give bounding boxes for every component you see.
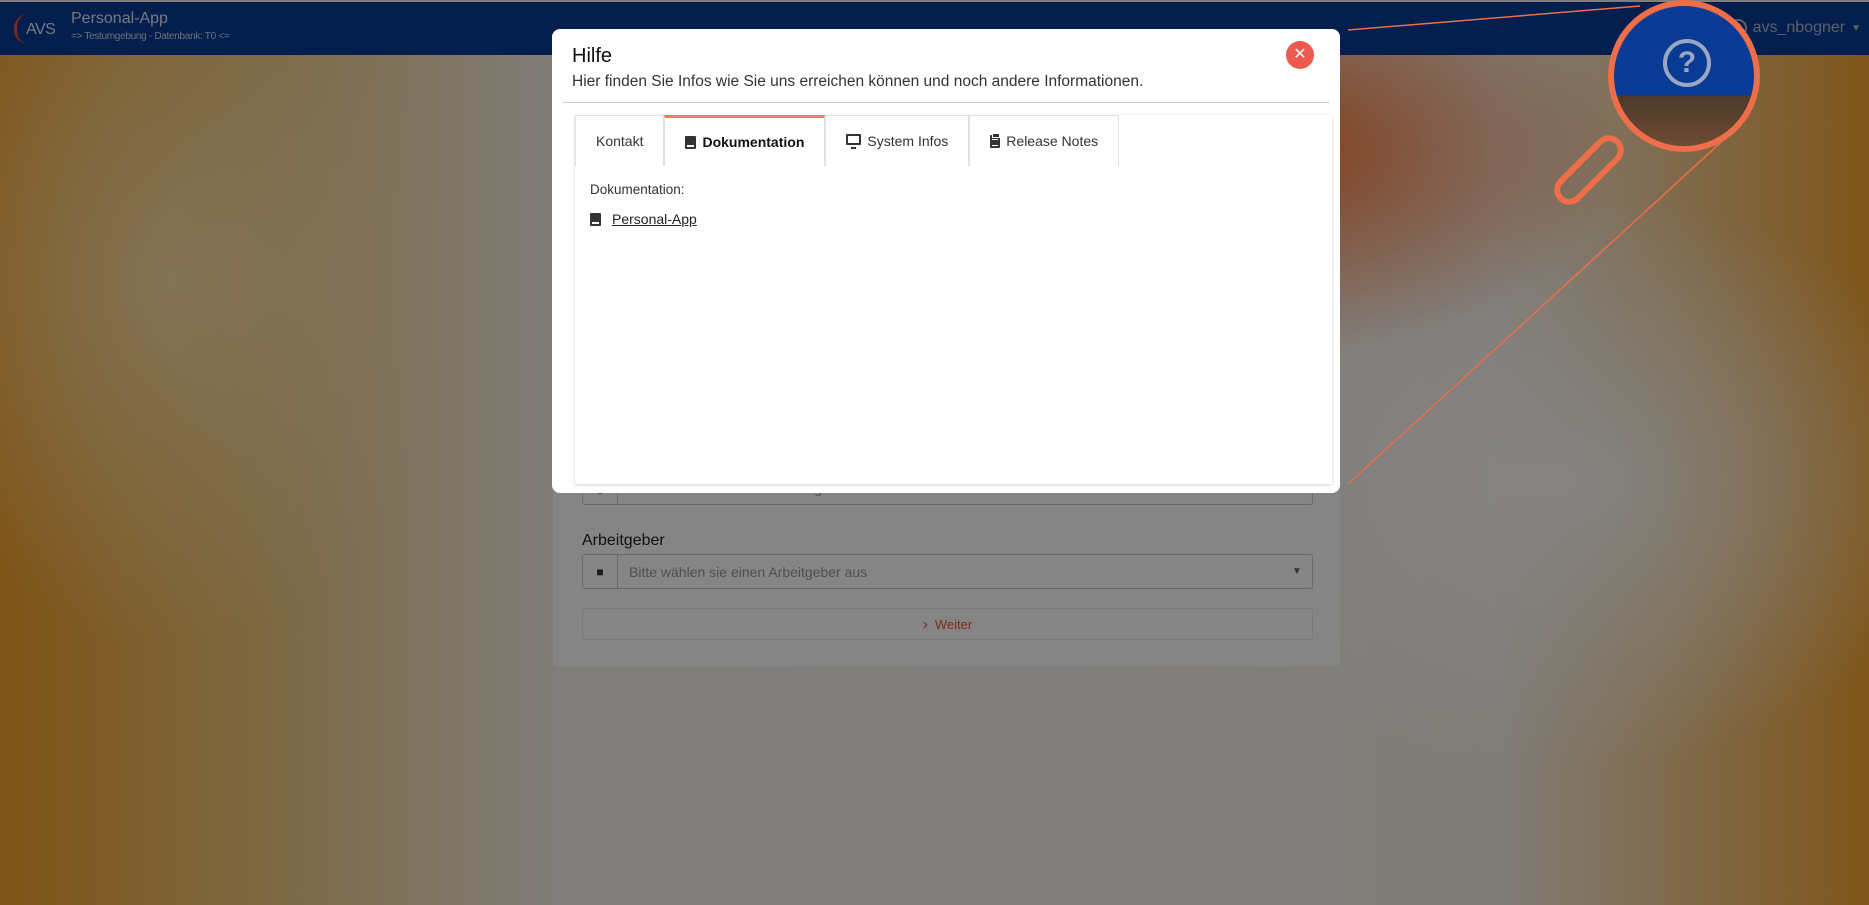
tab-bar: Kontakt Dokumentation System Infos Relea…	[575, 115, 1120, 166]
question-circle-icon: ?	[1663, 39, 1711, 87]
modal-divider	[563, 102, 1329, 103]
tab-label: Kontakt	[596, 133, 644, 149]
magnifier-lens: ?	[1608, 0, 1760, 152]
clipboard-icon	[990, 132, 1001, 148]
book-icon	[590, 212, 601, 226]
tab-release-notes[interactable]: Release Notes	[969, 115, 1120, 166]
close-icon: ✕	[1293, 46, 1307, 63]
tab-system-infos[interactable]: System Infos	[825, 115, 970, 166]
monitor-icon	[846, 134, 862, 149]
help-tab-panel: Kontakt Dokumentation System Infos Relea…	[575, 115, 1332, 484]
documentation-link-item: Personal-App	[590, 211, 697, 227]
book-icon	[685, 135, 697, 149]
modal-title: Hilfe	[572, 45, 613, 67]
personal-app-doc-link[interactable]: Personal-App	[612, 211, 697, 227]
tab-dokumentation[interactable]: Dokumentation	[664, 115, 826, 166]
documentation-heading: Dokumentation:	[590, 182, 685, 197]
tab-kontakt[interactable]: Kontakt	[575, 115, 665, 166]
close-button[interactable]: ✕	[1286, 41, 1314, 69]
question-symbol: ?	[1677, 46, 1697, 79]
modal-subtitle: Hier finden Sie Infos wie Sie uns erreic…	[572, 73, 1144, 90]
tab-label: Release Notes	[1006, 133, 1099, 149]
tab-label: System Infos	[867, 133, 949, 149]
tab-label: Dokumentation	[702, 134, 805, 150]
documentation-tab-content: Dokumentation: Personal-App	[575, 166, 1332, 484]
help-modal: Hilfe Hier finden Sie Infos wie Sie uns …	[552, 29, 1340, 493]
